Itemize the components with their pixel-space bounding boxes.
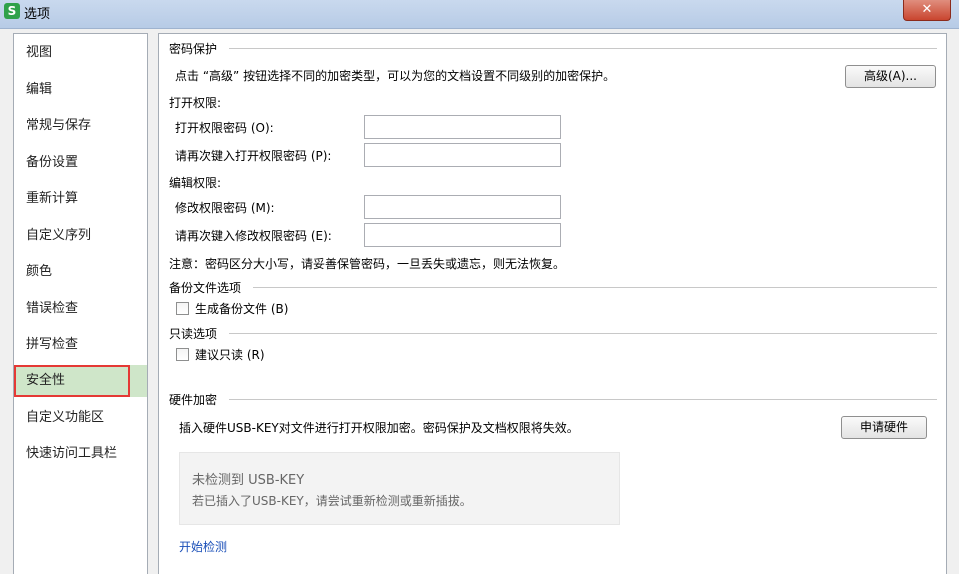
sidebar-item-security[interactable]: 安全性 (14, 365, 147, 397)
hardware-encryption-title: 硬件加密 (169, 393, 218, 407)
reenter-modify-password-label: 请再次键入修改权限密码 (E): (175, 229, 332, 243)
close-button[interactable]: ✕ (903, 0, 951, 21)
section-divider (253, 287, 937, 288)
sidebar-item-edit[interactable]: 编辑 (14, 74, 147, 106)
options-sidebar: 视图 编辑 常规与保存 备份设置 重新计算 自定义序列 颜色 错误检查 拼写检查… (13, 33, 148, 574)
reenter-open-password-input[interactable] (364, 143, 561, 167)
sidebar-item-view[interactable]: 视图 (14, 37, 147, 69)
usb-key-status-hint: 若已插入了USB-KEY，请尝试重新检测或重新插拔。 (192, 494, 472, 508)
open-permission-title: 打开权限: (169, 96, 222, 110)
sidebar-item-backup-settings[interactable]: 备份设置 (14, 147, 147, 179)
password-note: 注意：密码区分大小写，请妥善保管密码，一旦丢失或遗忘，则无法恢复。 (169, 257, 566, 271)
sidebar-item-quick-access-toolbar[interactable]: 快速访问工具栏 (14, 438, 147, 470)
app-logo-icon: S (4, 3, 20, 19)
hardware-encryption-description: 插入硬件USB-KEY对文件进行打开权限加密。密码保护及文档权限将失效。 (179, 421, 579, 435)
readonly-options-title: 只读选项 (169, 327, 218, 341)
sidebar-item-recalculate[interactable]: 重新计算 (14, 183, 147, 215)
apply-hardware-button[interactable]: 申请硬件 (841, 416, 927, 439)
usb-key-status-box: 未检测到 USB-KEY 若已插入了USB-KEY，请尝试重新检测或重新插拔。 (179, 452, 620, 525)
sidebar-item-colors[interactable]: 颜色 (14, 256, 147, 288)
reenter-modify-password-input[interactable] (364, 223, 561, 247)
start-detect-link[interactable]: 开始检测 (179, 538, 227, 555)
section-divider (229, 48, 937, 49)
sidebar-item-general-save[interactable]: 常规与保存 (14, 110, 147, 142)
title-bar[interactable]: S 选项 ✕ (0, 0, 959, 29)
modify-password-label: 修改权限密码 (M): (175, 201, 275, 215)
usb-key-status-title: 未检测到 USB-KEY (192, 473, 305, 488)
section-divider (229, 333, 937, 334)
edit-permission-title: 编辑权限: (169, 176, 222, 190)
sidebar-item-error-check[interactable]: 错误检查 (14, 293, 147, 325)
reenter-open-password-label: 请再次键入打开权限密码 (P): (175, 149, 332, 163)
modify-password-input[interactable] (364, 195, 561, 219)
window-title: 选项 (24, 7, 51, 22)
security-panel: 密码保护 点击 “高级” 按钮选择不同的加密类型，可以为您的文档设置不同级别的加… (158, 33, 947, 574)
generate-backup-checkbox[interactable] (176, 302, 189, 315)
generate-backup-label[interactable]: 生成备份文件 (B) (195, 300, 288, 317)
recommend-readonly-checkbox[interactable] (176, 348, 189, 361)
password-protection-title: 密码保护 (169, 42, 218, 56)
recommend-readonly-label[interactable]: 建议只读 (R) (195, 346, 265, 363)
open-password-input[interactable] (364, 115, 561, 139)
sidebar-item-custom-ribbon[interactable]: 自定义功能区 (14, 402, 147, 434)
backup-options-title: 备份文件选项 (169, 281, 242, 295)
section-divider (229, 399, 937, 400)
open-password-label: 打开权限密码 (O): (175, 121, 274, 135)
sidebar-item-spell-check[interactable]: 拼写检查 (14, 329, 147, 361)
password-protection-description: 点击 “高级” 按钮选择不同的加密类型，可以为您的文档设置不同级别的加密保护。 (175, 69, 616, 83)
advanced-button[interactable]: 高级(A)... (845, 65, 936, 88)
sidebar-item-custom-lists[interactable]: 自定义序列 (14, 220, 147, 252)
